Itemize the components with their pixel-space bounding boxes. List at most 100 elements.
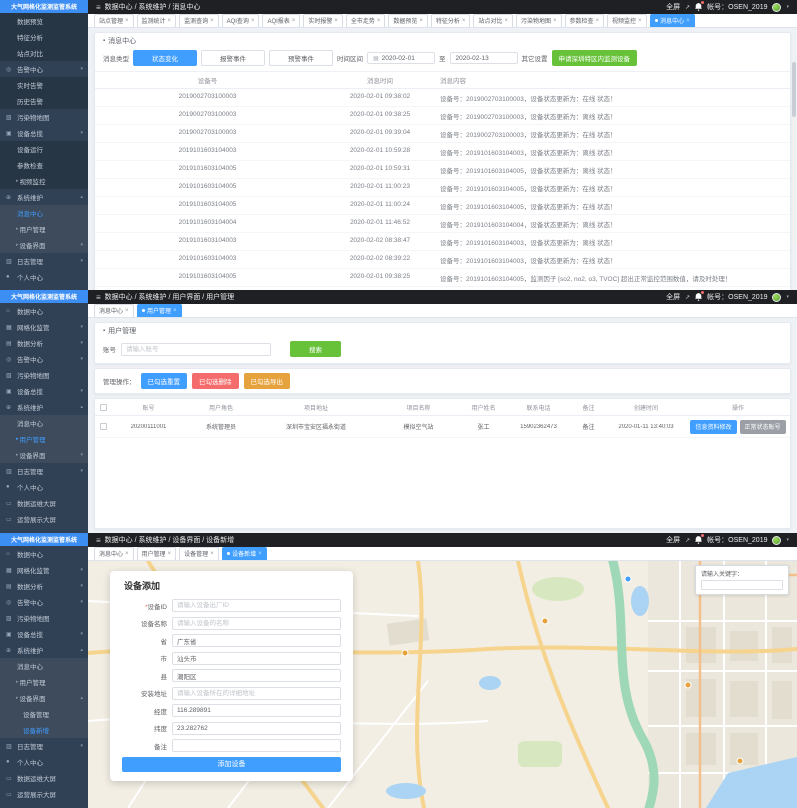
sidebar-item[interactable]: ●个人中心: [0, 754, 88, 770]
page-tab[interactable]: 全市走势×: [346, 14, 386, 28]
add-device-button[interactable]: 添加设备: [122, 757, 341, 772]
bell-icon[interactable]: [695, 536, 702, 544]
page-tab[interactable]: AQI报表×: [262, 14, 300, 28]
sidebar-item[interactable]: ▸视频监控: [0, 173, 88, 189]
page-tab[interactable]: 数据预览×: [388, 14, 428, 28]
filter-state-change-button[interactable]: 状态变化: [133, 50, 197, 66]
page-tab[interactable]: 污染物地图×: [516, 14, 562, 28]
sidebar-item[interactable]: 实时告警: [0, 77, 88, 93]
scrollbar[interactable]: [792, 62, 796, 244]
close-icon[interactable]: ×: [504, 18, 508, 24]
field-input[interactable]: [172, 652, 341, 665]
date-end-input[interactable]: 2020-02-13: [450, 52, 518, 64]
field-input[interactable]: [172, 617, 341, 630]
close-icon[interactable]: ×: [419, 18, 423, 24]
field-input[interactable]: [172, 722, 341, 735]
close-icon[interactable]: ×: [125, 551, 129, 557]
menu-icon[interactable]: ≡: [96, 293, 101, 302]
sidebar-item[interactable]: ▸用户管理: [0, 674, 88, 690]
avatar-dropdown-icon[interactable]: ▾: [786, 537, 789, 543]
sidebar-item[interactable]: 消息中心: [0, 658, 88, 674]
page-tab[interactable]: 消息中心×: [94, 547, 134, 561]
close-icon[interactable]: ×: [210, 18, 214, 24]
sidebar-item[interactable]: 数据预览: [0, 13, 88, 29]
sidebar-item[interactable]: ◎告警中心▾: [0, 594, 88, 610]
filter-warn-event-button[interactable]: 预警事件: [269, 50, 333, 66]
search-button[interactable]: 搜索: [290, 341, 341, 357]
page-tab[interactable]: 用户管理×: [137, 304, 182, 318]
close-icon[interactable]: ×: [258, 551, 262, 557]
sidebar-item[interactable]: ⊕系统维护▴: [0, 189, 88, 205]
map-search-input[interactable]: [701, 580, 783, 590]
sidebar-item[interactable]: ▭运营展示大屏: [0, 786, 88, 802]
close-icon[interactable]: ×: [251, 18, 255, 24]
sidebar-item[interactable]: ▧污染物地图: [0, 610, 88, 626]
field-input[interactable]: [172, 704, 341, 717]
sidebar-item[interactable]: ▥日志管理▾: [0, 463, 88, 479]
field-input[interactable]: [172, 739, 341, 752]
sidebar-item[interactable]: ▭数据运维大屏: [0, 495, 88, 511]
filter-alarm-event-button[interactable]: 报警事件: [201, 50, 265, 66]
sidebar-item[interactable]: ▭数据运维大屏: [0, 770, 88, 786]
page-tab[interactable]: 实时报警×: [303, 14, 343, 28]
sidebar-item[interactable]: ▧污染物地图: [0, 367, 88, 383]
close-icon[interactable]: ×: [462, 18, 466, 24]
page-tab[interactable]: 消息中心×: [94, 304, 134, 318]
scrollbar-thumb[interactable]: [792, 62, 796, 117]
page-tab[interactable]: 参数检查×: [565, 14, 605, 28]
sidebar-item[interactable]: ▸设备界面▾: [0, 447, 88, 463]
account-input[interactable]: [121, 343, 271, 356]
field-input[interactable]: [172, 599, 341, 612]
date-start-input[interactable]: ▦2020-02-01: [367, 52, 435, 64]
map[interactable]: 设备添加 *设备ID 设备名称 省: [88, 561, 797, 808]
close-icon[interactable]: ×: [125, 18, 129, 24]
page-tab[interactable]: AQI查询×: [222, 14, 260, 28]
sidebar-item[interactable]: 消息中心: [0, 205, 88, 221]
sidebar-item[interactable]: ⌂数据中心: [0, 303, 88, 319]
close-icon[interactable]: ×: [125, 308, 129, 314]
sidebar-item[interactable]: ▤数据分析▾: [0, 335, 88, 351]
menu-icon[interactable]: ≡: [96, 3, 101, 12]
sidebar-item[interactable]: ⌂数据中心: [0, 546, 88, 562]
field-input[interactable]: [172, 634, 341, 647]
apply-region-devices-button[interactable]: 申请深圳特区内监测设备: [552, 50, 638, 66]
close-icon[interactable]: ×: [173, 308, 177, 314]
close-icon[interactable]: ×: [596, 18, 600, 24]
sidebar-item[interactable]: ▸用户管理: [0, 431, 88, 447]
sidebar-item[interactable]: ▧污染物地图: [0, 109, 88, 125]
sidebar-item[interactable]: ●个人中心: [0, 269, 88, 285]
sidebar-item[interactable]: ◎告警中心▾: [0, 61, 88, 77]
account-status-button[interactable]: 正常状态账号: [740, 420, 786, 434]
close-icon[interactable]: ×: [210, 551, 214, 557]
edit-info-button[interactable]: 信息资料修改: [690, 420, 736, 434]
field-input[interactable]: [172, 687, 341, 700]
sidebar-item[interactable]: ▤数据分析▾: [0, 578, 88, 594]
close-icon[interactable]: ×: [292, 18, 296, 24]
sidebar-item[interactable]: ▸设备界面▴: [0, 690, 88, 706]
page-tab[interactable]: 消息中心×: [650, 14, 695, 28]
sidebar-item[interactable]: ⊕系统维护▴: [0, 399, 88, 415]
sidebar-item[interactable]: ▦网格化监管▾: [0, 319, 88, 335]
bell-icon[interactable]: [695, 293, 702, 301]
field-input[interactable]: [172, 669, 341, 682]
sidebar-item[interactable]: ◎告警中心▾: [0, 351, 88, 367]
page-tab[interactable]: 站点对比×: [473, 14, 513, 28]
sidebar-item[interactable]: 历史告警: [0, 93, 88, 109]
avatar-dropdown-icon[interactable]: ▾: [786, 294, 789, 300]
close-icon[interactable]: ×: [686, 18, 690, 24]
sidebar-item[interactable]: ▭运营展示大屏: [0, 511, 88, 527]
close-icon[interactable]: ×: [334, 18, 338, 24]
row-checkbox[interactable]: [100, 423, 107, 430]
close-icon[interactable]: ×: [168, 18, 172, 24]
sidebar-item[interactable]: ▦网格化监管▾: [0, 562, 88, 578]
sidebar-item[interactable]: ▸用户管理: [0, 221, 88, 237]
sidebar-item[interactable]: ▥日志管理▾: [0, 253, 88, 269]
sidebar-item[interactable]: 设备管理: [0, 706, 88, 722]
sidebar-item[interactable]: ▣设备总揽▾: [0, 125, 88, 141]
avatar[interactable]: [772, 293, 781, 302]
page-tab[interactable]: 设备新增×: [222, 547, 267, 561]
avatar-dropdown-icon[interactable]: ▾: [786, 4, 789, 10]
close-icon[interactable]: ×: [377, 18, 381, 24]
select-all-checkbox[interactable]: [100, 404, 107, 411]
bulk-action-button[interactable]: 已勾选删除: [192, 373, 239, 389]
